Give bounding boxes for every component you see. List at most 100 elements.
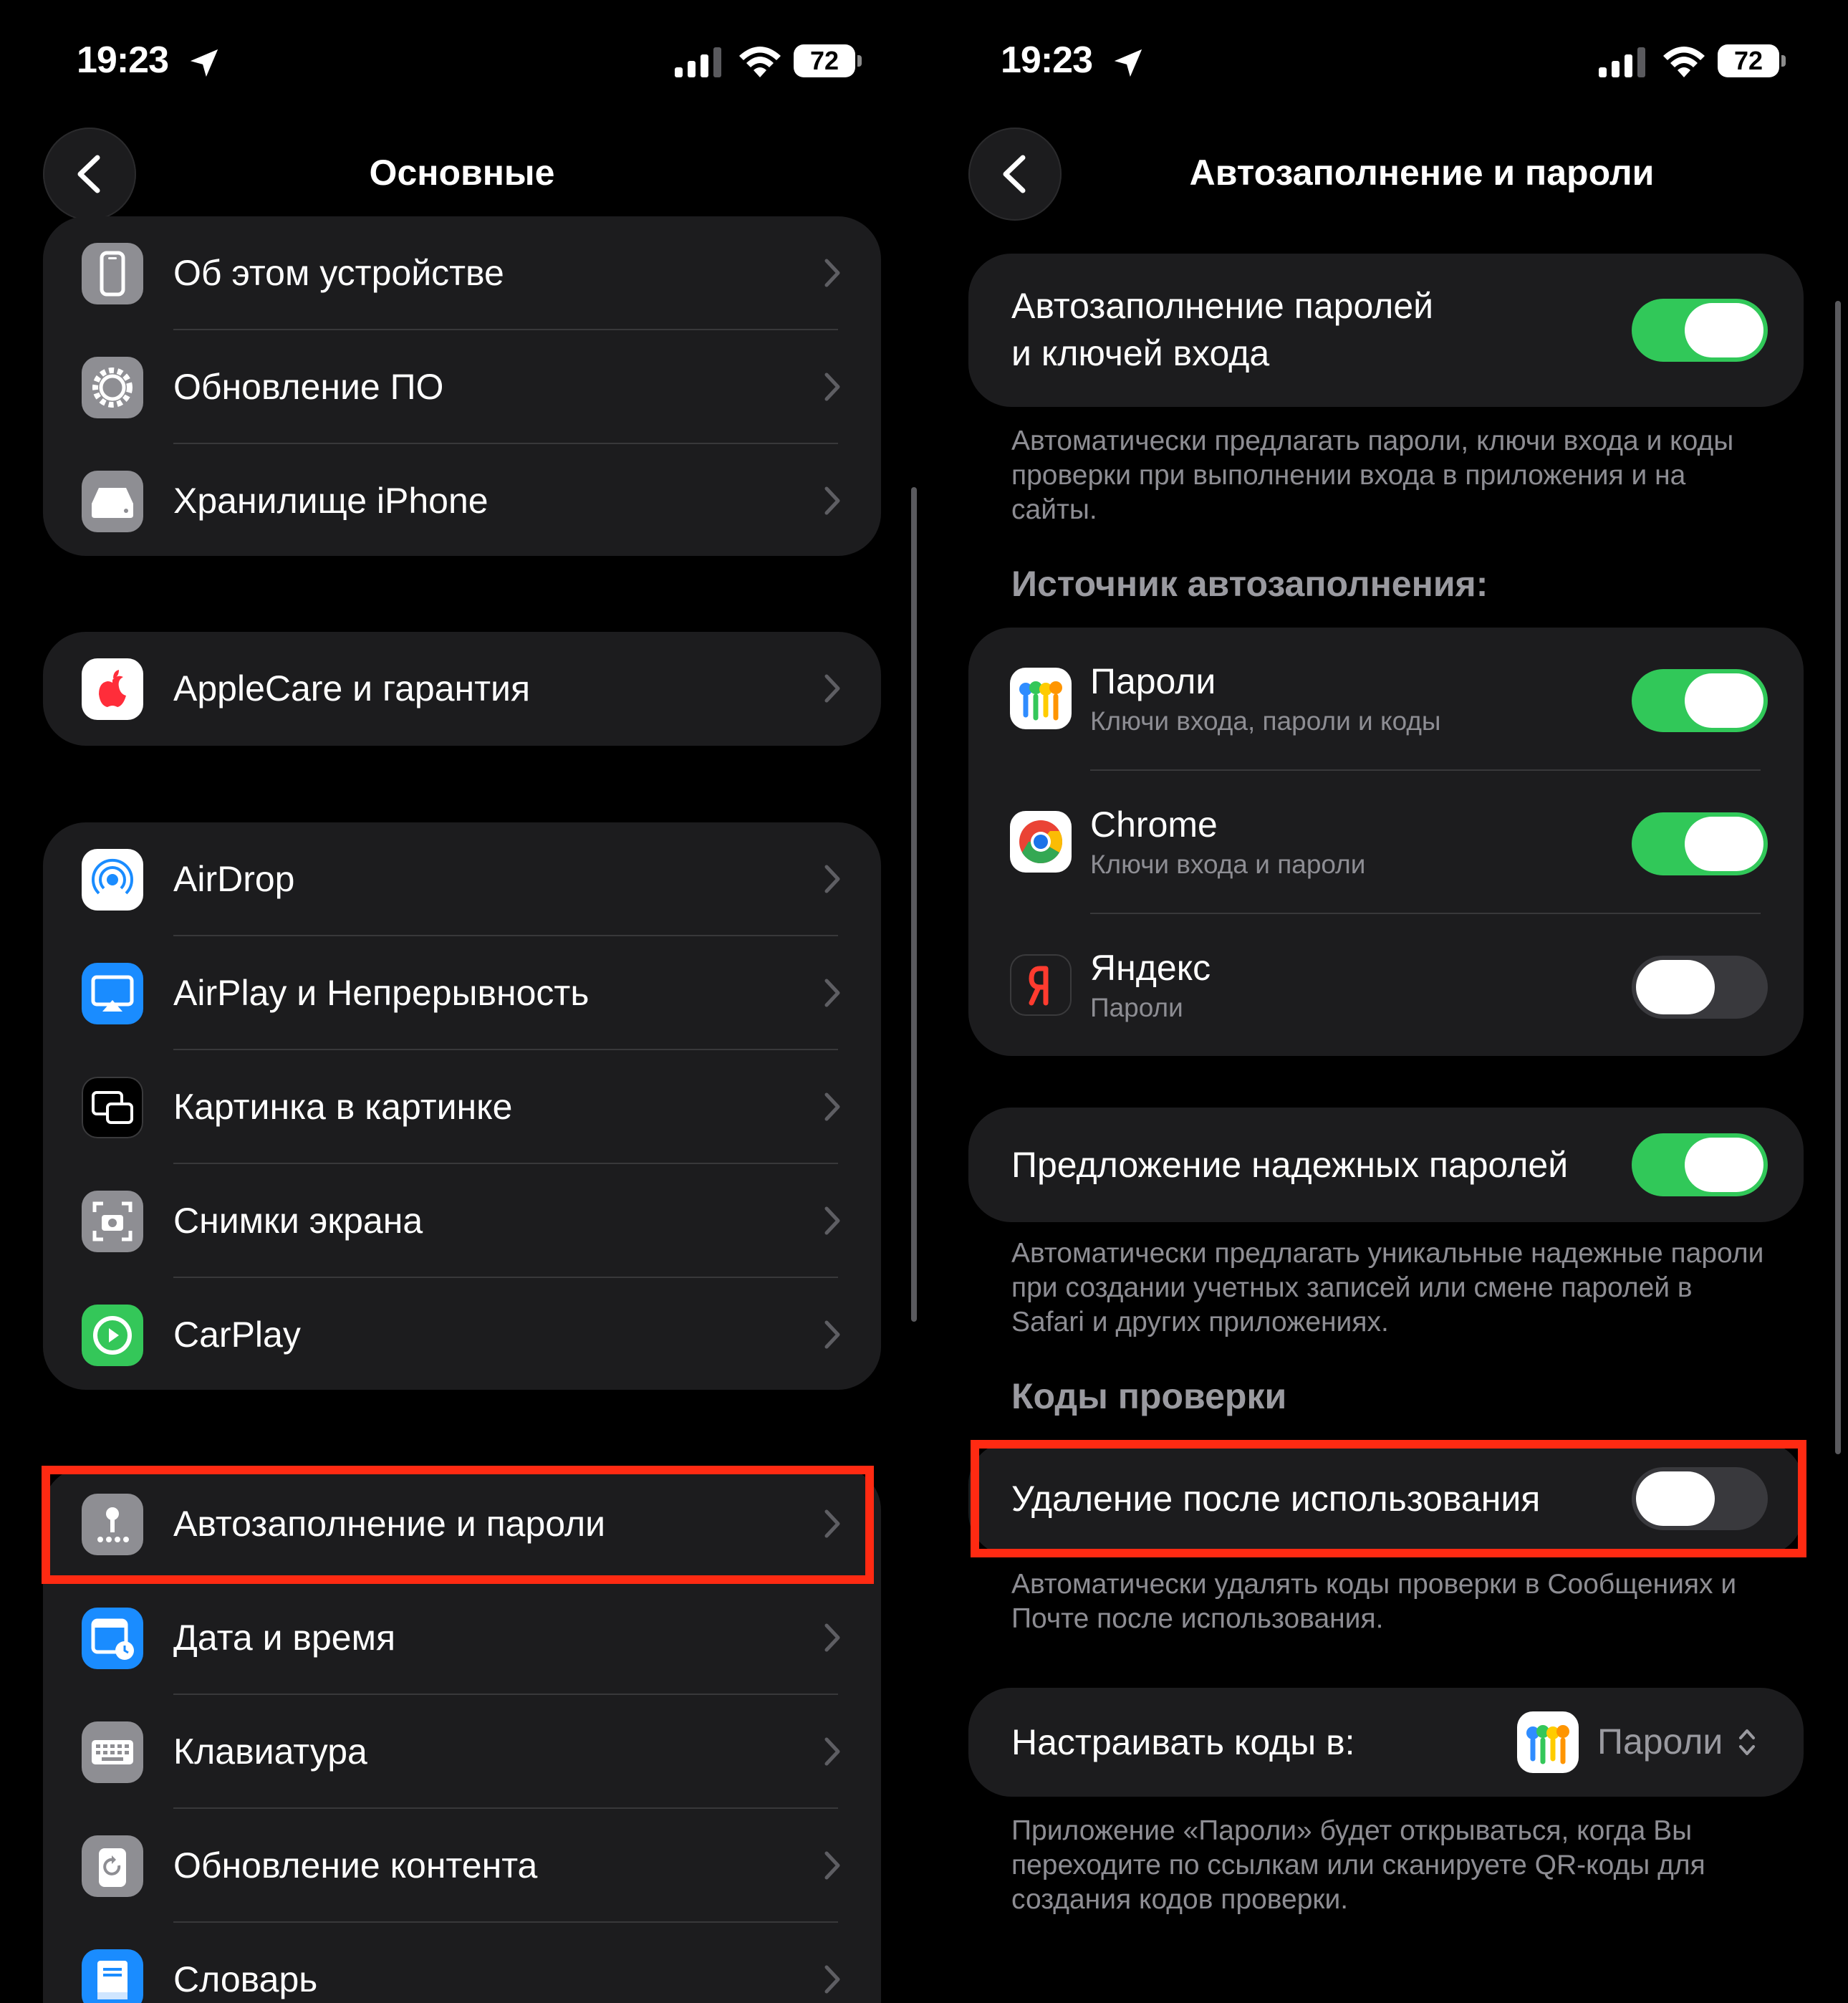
page-title: Основные	[369, 153, 555, 193]
row-iphone-storage[interactable]: Хранилище iPhone	[43, 444, 881, 556]
storage-icon	[82, 471, 143, 532]
row-date-time[interactable]: Дата и время	[43, 1581, 881, 1695]
strong-passwords-footnote: Автоматически предлагать уникальные наде…	[1011, 1238, 1764, 1337]
status-bar: 19:23 72	[0, 0, 924, 122]
sources-header: Источник автозаполнения:	[1011, 564, 1488, 604]
chevron-left-icon	[1003, 155, 1026, 193]
row-background-refresh[interactable]: Обновление контента	[43, 1809, 881, 1923]
chevron-right-icon	[824, 674, 840, 703]
scroll-indicator[interactable]	[1835, 301, 1841, 1454]
setup-codes-value: Пароли	[1597, 1721, 1723, 1762]
row-screenshots[interactable]: Снимки экрана	[43, 1164, 881, 1278]
chevron-right-icon	[824, 373, 840, 401]
chevron-right-icon	[824, 1092, 840, 1121]
row-dictionary[interactable]: Словарь	[43, 1923, 881, 2003]
setup-codes-footnote: Приложение «Пароли» будет открываться, к…	[1011, 1815, 1705, 1915]
chevron-right-icon	[824, 1623, 840, 1652]
row-keyboard[interactable]: Клавиатура	[43, 1695, 881, 1809]
row-label: Об этом устройстве	[173, 253, 504, 293]
pip-icon	[82, 1077, 143, 1138]
battery-level: 72	[794, 44, 855, 77]
chevron-right-icon	[824, 259, 840, 287]
row-label: Словарь	[173, 1959, 318, 1999]
autofill-toggle[interactable]	[1632, 299, 1768, 362]
location-arrow-icon	[1114, 49, 1142, 77]
row-pip[interactable]: Картинка в картинке	[43, 1050, 881, 1164]
autofill-card: Автозаполнение паролей и ключей входа	[968, 254, 1804, 407]
yandex-icon	[1010, 954, 1072, 1016]
battery-indicator: 72	[794, 44, 862, 77]
cellular-signal-icon	[675, 47, 721, 77]
connectivity-group: AirDrop AirPlay и Непрерывность Картинка…	[43, 822, 881, 1390]
status-bar: 19:23 72	[924, 0, 1848, 122]
keyboard-icon	[82, 1721, 143, 1783]
back-button[interactable]	[43, 128, 136, 221]
status-time: 19:23	[1001, 39, 1093, 81]
chevron-right-icon	[824, 1737, 840, 1766]
wifi-icon	[739, 47, 781, 77]
phone-icon	[82, 243, 143, 304]
chevron-right-icon	[824, 865, 840, 893]
passwords-app-icon	[1517, 1711, 1579, 1773]
airplay-icon	[82, 963, 143, 1024]
dictionary-icon	[82, 1949, 143, 2003]
row-label: CarPlay	[173, 1315, 301, 1355]
autofill-label-1: Автозаполнение паролей	[1011, 286, 1434, 326]
highlight-box	[971, 1440, 1806, 1557]
screenshot-icon	[82, 1191, 143, 1252]
row-software-update[interactable]: Обновление ПО	[43, 330, 881, 444]
back-button[interactable]	[968, 128, 1062, 221]
general-settings-screen: 19:23 72 Основные Об этом устройстве Обн…	[0, 0, 924, 2003]
battery-indicator: 72	[1718, 44, 1786, 77]
airdrop-icon	[82, 849, 143, 911]
strong-passwords-toggle[interactable]	[1632, 1133, 1768, 1196]
setup-codes-label: Настраивать коды в:	[1011, 1722, 1355, 1762]
row-applecare[interactable]: AppleCare и гарантия	[43, 632, 881, 746]
strong-passwords-label: Предложение надежных паролей	[1011, 1145, 1569, 1185]
autofill-footnote: Автоматически предлагать пароли, ключи в…	[1011, 426, 1734, 525]
row-about[interactable]: Об этом устройстве	[43, 216, 881, 330]
wifi-icon	[1663, 47, 1705, 77]
source-row-passwords: Пароли Ключи входа, пароли и коды	[968, 628, 1804, 771]
row-label: Обновление ПО	[173, 367, 444, 407]
sources-card: Пароли Ключи входа, пароли и коды Chrome…	[968, 628, 1804, 1056]
battery-level: 72	[1718, 44, 1779, 77]
row-carplay[interactable]: CarPlay	[43, 1278, 881, 1390]
passwords-source-toggle[interactable]	[1632, 669, 1768, 732]
row-label: AppleCare и гарантия	[173, 668, 531, 709]
row-label: Снимки экрана	[173, 1201, 423, 1241]
yandex-source-toggle[interactable]	[1632, 956, 1768, 1019]
row-label: Клавиатура	[173, 1731, 367, 1772]
delete-after-use-footnote: Автоматически удалять коды проверки в Со…	[1011, 1569, 1737, 1634]
row-label: Дата и время	[173, 1618, 396, 1658]
chevron-right-icon	[824, 979, 840, 1007]
carplay-icon	[82, 1305, 143, 1366]
source-title: Яндекс	[1090, 948, 1211, 988]
status-time: 19:23	[77, 39, 169, 81]
chevron-right-icon	[824, 1320, 840, 1349]
source-title: Chrome	[1090, 804, 1218, 845]
apple-icon	[82, 658, 143, 720]
cellular-signal-icon	[1599, 47, 1645, 77]
row-label: Обновление контента	[173, 1845, 538, 1886]
applecare-group: AppleCare и гарантия	[43, 632, 881, 746]
page-title: Автозаполнение и пароли	[1189, 153, 1655, 193]
device-group: Об этом устройстве Обновление ПО Хранили…	[43, 216, 881, 556]
highlight-box	[42, 1466, 874, 1584]
row-label: Картинка в картинке	[173, 1087, 513, 1127]
row-airplay[interactable]: AirPlay и Непрерывность	[43, 936, 881, 1050]
row-airdrop[interactable]: AirDrop	[43, 822, 881, 936]
chrome-source-toggle[interactable]	[1632, 812, 1768, 875]
calendar-clock-icon	[82, 1608, 143, 1669]
chrome-icon	[1010, 811, 1072, 873]
passwords-app-icon	[1010, 668, 1072, 729]
source-subtitle: Ключи входа, пароли и коды	[1090, 706, 1441, 736]
row-label: AirDrop	[173, 859, 295, 899]
row-label: Хранилище iPhone	[173, 481, 489, 521]
source-subtitle: Пароли	[1090, 993, 1183, 1022]
scroll-indicator[interactable]	[911, 487, 917, 1322]
row-label: AirPlay и Непрерывность	[173, 973, 589, 1013]
setup-codes-card[interactable]: Настраивать коды в: Пароли	[968, 1688, 1804, 1797]
source-title: Пароли	[1090, 661, 1216, 701]
gear-icon	[82, 357, 143, 418]
